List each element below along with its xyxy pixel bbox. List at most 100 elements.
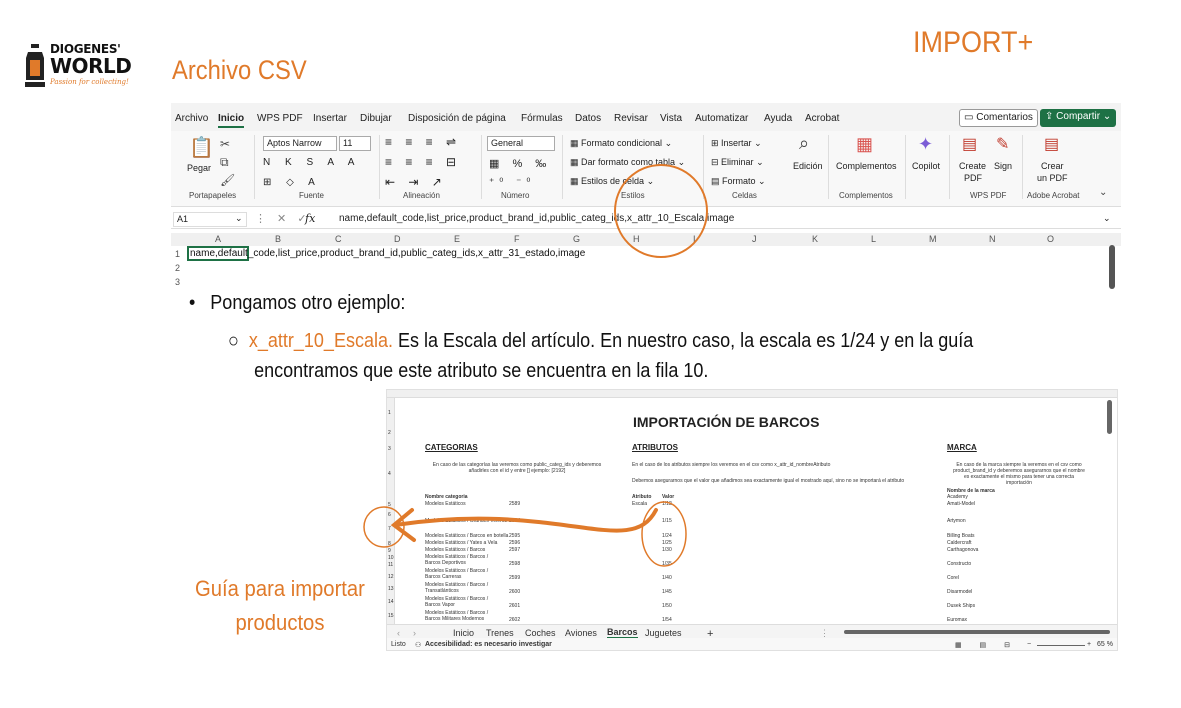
create-pdf-label1[interactable]: Create (959, 161, 986, 171)
col-m[interactable]: M (929, 234, 937, 244)
sign-icon[interactable]: ✎ (996, 134, 1009, 154)
border-fill-buttons[interactable]: ⊞ ◇ A (263, 177, 321, 188)
col-a[interactable]: A (215, 234, 221, 244)
tab-disposicion[interactable]: Disposición de página (408, 113, 506, 124)
list-item: Disarmodel (947, 589, 973, 595)
row-1[interactable]: 1 (175, 249, 180, 259)
attr-note2: Debemos asegurarnos que el valor que aña… (632, 478, 905, 484)
sheet-tab-juguetes[interactable]: Juguetes (645, 628, 682, 638)
sheet-tabs: ‹ › Inicio Trenes Coches Aviones Barcos … (387, 624, 1117, 640)
vertical-scrollbar[interactable] (1107, 400, 1112, 434)
tab-acrobat[interactable]: Acrobat (805, 113, 839, 124)
align-top-buttons[interactable]: ≡ ≡ ≡ ⇌ (385, 135, 461, 149)
paste-icon[interactable]: 📋 (189, 135, 214, 160)
font-name-select[interactable]: Aptos Narrow (263, 136, 337, 151)
comment-icon: ▭ (964, 112, 977, 123)
format-painter-icon[interactable]: 🖌 (220, 173, 235, 187)
align-middle-buttons[interactable]: ≡ ≡ ≡ ⊟ (385, 155, 461, 169)
edit-button[interactable]: Edición (793, 161, 823, 171)
tab-ayuda[interactable]: Ayuda (764, 113, 792, 124)
conditional-format-button[interactable]: ▦ Formato condicional ⌄ (570, 138, 672, 149)
next-sheet-icon[interactable]: › (413, 628, 416, 638)
complements-button[interactable]: Complementos (836, 161, 897, 171)
horizontal-scrollbar[interactable] (844, 630, 1110, 634)
number-format-select[interactable]: General (487, 136, 555, 151)
copilot-icon[interactable]: ✦ (918, 134, 933, 155)
cell-styles-button[interactable]: ▦ Estilos de celda ⌄ (570, 176, 654, 187)
font-size-select[interactable]: 11 (339, 136, 371, 151)
zoom-out-icon[interactable]: − (1027, 641, 1031, 648)
row-3[interactable]: 3 (175, 277, 180, 287)
tab-wps-pdf[interactable]: WPS PDF (257, 113, 303, 124)
cell-a1[interactable]: name,default_code,list_price,product_bra… (190, 248, 585, 259)
sheet-tab-coches[interactable]: Coches (525, 628, 556, 638)
indent-buttons[interactable]: ⇤ ⇥ ↗ (385, 175, 447, 189)
col-b[interactable]: B (275, 234, 281, 244)
tab-datos[interactable]: Datos (575, 113, 601, 124)
share-button[interactable]: ⇪ Compartir ⌄ (1040, 109, 1117, 127)
insert-cells-button[interactable]: ⊞ Insertar ⌄ (711, 138, 762, 149)
chevron-down-icon[interactable]: ⌄ (235, 213, 243, 224)
tab-inicio[interactable]: Inicio (218, 113, 245, 128)
fx-icon[interactable]: fx (305, 212, 315, 225)
col-d[interactable]: D (394, 234, 401, 244)
col-k[interactable]: K (812, 234, 818, 244)
create-pdf-icon[interactable]: ▤ (962, 134, 977, 154)
tab-revisar[interactable]: Revisar (614, 113, 648, 124)
zoom-slider[interactable] (1037, 645, 1085, 646)
create-pdf-label2[interactable]: PDF (964, 173, 982, 183)
col-l[interactable]: L (871, 234, 876, 244)
formula-input[interactable]: name,default_code,list_price,product_bra… (339, 213, 734, 224)
copilot-button[interactable]: Copilot (912, 161, 940, 171)
cut-icon[interactable]: ✂ (220, 137, 230, 151)
zoom-in-icon[interactable]: + (1087, 641, 1091, 648)
crear-pdf-label1[interactable]: Crear (1041, 161, 1064, 171)
tab-archivo[interactable]: Archivo (175, 113, 208, 124)
col-j[interactable]: J (752, 234, 757, 244)
number-buttons[interactable]: ▦ % ‰ (489, 157, 551, 170)
col-n[interactable]: N (989, 234, 996, 244)
formula-buttons[interactable]: ⋮ ✕ ✓ (255, 212, 311, 225)
vertical-scrollbar[interactable] (1109, 245, 1115, 289)
tab-automatizar[interactable]: Automatizar (695, 113, 748, 124)
header-categorias: CATEGORIAS (425, 443, 478, 452)
col-f[interactable]: F (514, 234, 520, 244)
copy-icon[interactable]: ⧉ (220, 155, 229, 170)
col-c[interactable]: C (335, 234, 342, 244)
format-cells-button[interactable]: ▤ Formato ⌄ (711, 176, 766, 187)
delete-cells-button[interactable]: ⊟ Eliminar ⌄ (711, 157, 764, 168)
tab-insertar[interactable]: Insertar (313, 113, 347, 124)
comments-button[interactable]: ▭ Comentarios (959, 109, 1038, 127)
brand-note: En caso de la marca siempre la veremos e… (953, 462, 1085, 486)
col-i[interactable]: I (693, 234, 696, 244)
collapse-ribbon-icon[interactable]: ⌄ (1099, 187, 1107, 198)
list-item: Modelos Estáticos / Grandes Veleros (425, 518, 507, 524)
sheet-tab-inicio[interactable]: Inicio (453, 628, 474, 638)
prev-sheet-icon[interactable]: ‹ (397, 628, 400, 638)
font-style-buttons[interactable]: N K S A A (263, 157, 360, 168)
sheet-tab-trenes[interactable]: Trenes (486, 628, 514, 638)
expand-formula-icon[interactable]: ⌄ (1103, 213, 1111, 224)
sheet-tab-aviones[interactable]: Aviones (565, 628, 597, 638)
zoom-level[interactable]: 65 % (1097, 641, 1113, 648)
view-buttons[interactable]: ▦ ▤ ⊟ (955, 641, 1018, 649)
row-2[interactable]: 2 (175, 263, 180, 273)
format-as-table-button[interactable]: ▦ Dar formato como tabla ⌄ (570, 157, 685, 168)
col-g[interactable]: G (573, 234, 580, 244)
status-accessibility[interactable]: Accesibilidad: es necesario investigar (425, 641, 552, 648)
crear-pdf-icon[interactable]: ▤ (1044, 134, 1059, 154)
tab-vista[interactable]: Vista (660, 113, 682, 124)
sheet-title: IMPORTACIÓN DE BARCOS (633, 414, 820, 430)
search-icon[interactable]: ⌕ (799, 133, 809, 154)
col-e[interactable]: E (454, 234, 460, 244)
decimal-buttons[interactable]: ⁺⁰ ⁻⁰ (489, 177, 535, 188)
col-o[interactable]: O (1047, 234, 1054, 244)
paste-label[interactable]: Pegar (187, 163, 211, 173)
col-h[interactable]: H (633, 234, 640, 244)
sign-button[interactable]: Sign (994, 161, 1012, 171)
addins-icon[interactable]: ▦ (856, 134, 873, 155)
tab-dibujar[interactable]: Dibujar (360, 113, 392, 124)
tab-formulas[interactable]: Fórmulas (521, 113, 563, 124)
bullet-1: • Pongamos otro ejemplo: (189, 292, 406, 314)
crear-pdf-label2[interactable]: un PDF (1037, 173, 1068, 183)
